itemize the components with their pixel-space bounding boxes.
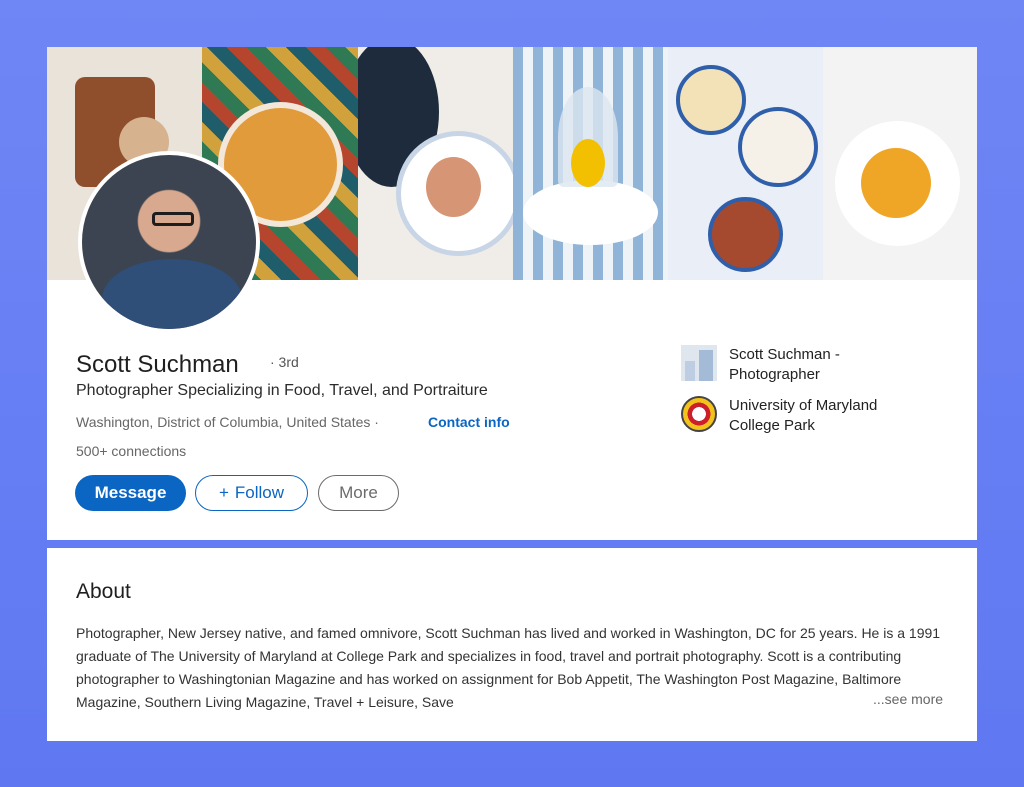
connections-count: 500+ connections bbox=[76, 443, 187, 459]
cover-photo-panel bbox=[513, 47, 668, 280]
education-school[interactable]: University of Maryland College Park bbox=[681, 396, 919, 436]
avatar-glasses bbox=[152, 212, 194, 226]
avatar-shirt bbox=[102, 259, 242, 329]
more-button[interactable]: More bbox=[318, 475, 399, 511]
profile-avatar[interactable] bbox=[78, 151, 260, 333]
about-title: About bbox=[76, 580, 131, 603]
company-logo-icon bbox=[681, 345, 717, 381]
see-more-link[interactable]: ...see more bbox=[873, 691, 943, 707]
profile-name: Scott Suchman bbox=[76, 351, 239, 378]
current-company-label: Scott Suchman - Photographer bbox=[729, 346, 840, 383]
plus-icon: + bbox=[218, 483, 229, 502]
more-button-label: More bbox=[339, 483, 378, 502]
school-logo-icon bbox=[681, 396, 717, 432]
cover-photo-panel bbox=[823, 47, 977, 280]
about-card: About Photographer, New Jersey native, a… bbox=[47, 548, 977, 741]
cover-photo-panel bbox=[668, 47, 823, 280]
profile-headline: Photographer Specializing in Food, Trave… bbox=[76, 382, 488, 399]
profile-card: Scott Suchman · 3rd Photographer Special… bbox=[47, 47, 977, 540]
cover-photo-panel bbox=[358, 47, 513, 280]
education-school-label: University of Maryland College Park bbox=[729, 397, 878, 434]
contact-info-link[interactable]: Contact info bbox=[428, 414, 510, 430]
follow-button[interactable]: + Follow bbox=[195, 475, 308, 511]
message-button[interactable]: Message bbox=[75, 475, 186, 511]
connection-degree: · 3rd bbox=[270, 354, 299, 370]
profile-location: Washington, District of Columbia, United… bbox=[76, 414, 379, 430]
follow-button-label: Follow bbox=[234, 483, 285, 502]
about-text: Photographer, New Jersey native, and fam… bbox=[76, 625, 941, 710]
current-company[interactable]: Scott Suchman - Photographer bbox=[681, 345, 919, 385]
message-button-label: Message bbox=[94, 483, 167, 502]
